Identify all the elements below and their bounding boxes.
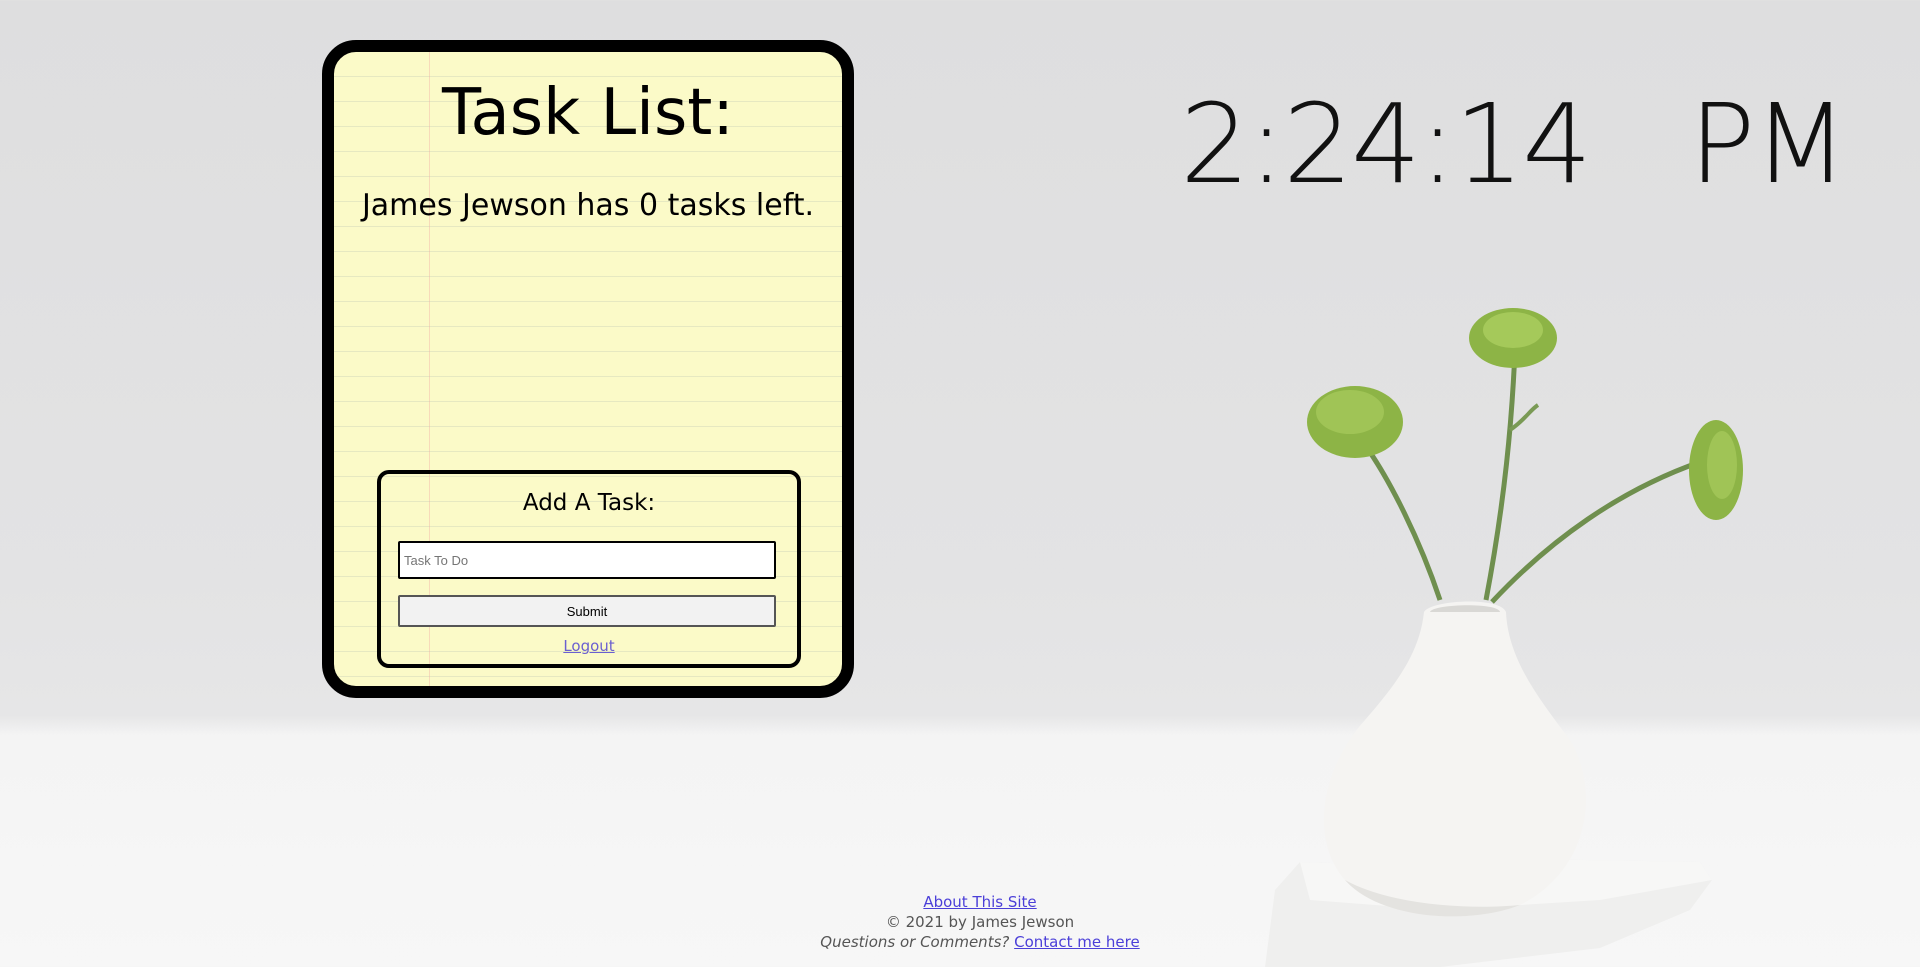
add-task-form: Add A Task: Submit Logout <box>377 470 801 668</box>
task-list-title: Task List: <box>442 76 734 150</box>
footer: About This Site © 2021 by James Jewson Q… <box>0 892 1920 952</box>
task-input[interactable] <box>398 541 776 579</box>
task-list-card: Task List: James Jewson has 0 tasks left… <box>322 40 854 698</box>
add-task-heading: Add A Task: <box>522 490 656 516</box>
submit-button[interactable]: Submit <box>398 595 776 627</box>
questions-text: Questions or Comments? <box>820 933 1010 951</box>
task-count-text: James Jewson has 0 tasks left. <box>361 188 815 223</box>
copyright-text: © 2021 by James Jewson <box>885 913 1075 931</box>
clock-display: 2:24:14 PM <box>1180 80 1848 208</box>
about-link[interactable]: About This Site <box>923 893 1036 911</box>
logout-link[interactable]: Logout <box>381 637 797 655</box>
contact-link[interactable]: Contact me here <box>1014 933 1140 951</box>
